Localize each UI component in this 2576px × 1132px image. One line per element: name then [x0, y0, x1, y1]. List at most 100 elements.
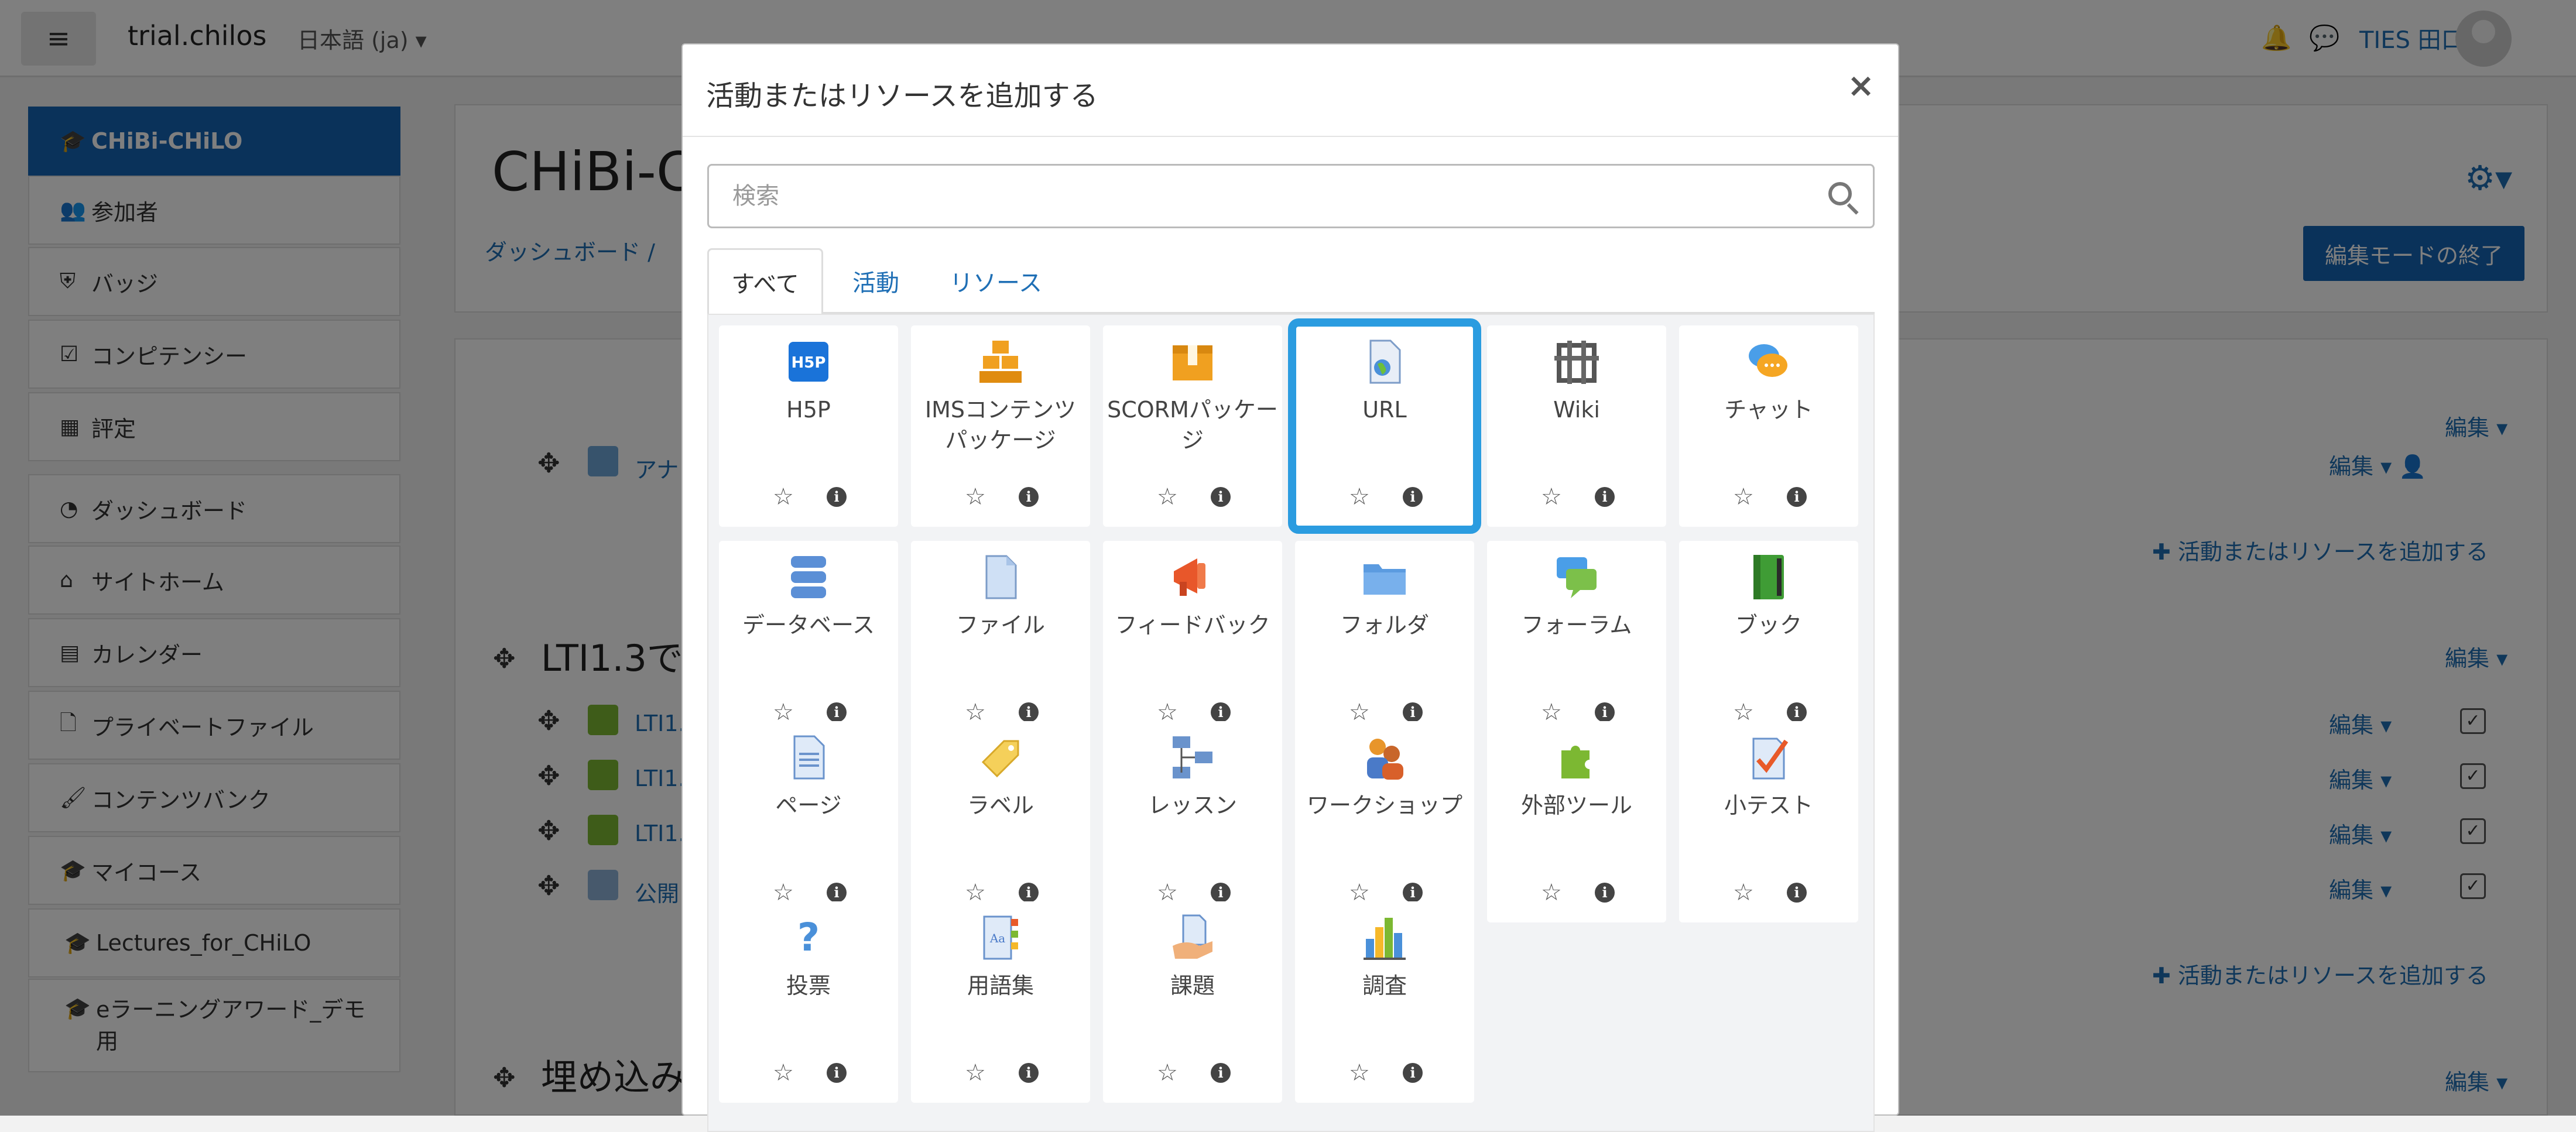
activity-tile-external-tool[interactable]: 外部ツール ☆ i — [1487, 721, 1666, 922]
activity-tile-label: 調査 — [1362, 973, 1407, 999]
tab-resources[interactable]: リソース — [929, 248, 1063, 314]
info-icon[interactable]: i — [1211, 487, 1231, 507]
page-icon — [793, 735, 825, 780]
activity-tile-label-resource[interactable]: ラベル ☆ i — [911, 721, 1090, 922]
activity-tile-label: 小テスト — [1724, 793, 1813, 818]
lesson-icon — [1173, 736, 1212, 778]
activity-tile-label: ワークショップ — [1306, 793, 1462, 818]
star-icon[interactable]: ☆ — [773, 1059, 794, 1086]
info-icon[interactable]: i — [1787, 883, 1807, 903]
activity-tile-assignment[interactable]: 課題 ☆ i — [1103, 901, 1282, 1103]
file-icon — [985, 555, 1017, 599]
star-icon[interactable]: ☆ — [1349, 1059, 1370, 1086]
star-icon[interactable]: ☆ — [1733, 879, 1754, 906]
info-icon[interactable]: i — [827, 1063, 847, 1083]
star-icon[interactable]: ☆ — [773, 483, 794, 510]
workshop-icon — [1367, 739, 1403, 780]
activity-grid: H5P H5P ☆ i IMSコンテンツパッケージ ☆ i SCORMパッケージ ☆… — [707, 314, 1875, 1132]
star-icon[interactable]: ☆ — [1349, 483, 1370, 510]
activity-tile-label: レッスン — [1147, 793, 1237, 818]
activity-tile-label: IMSコンテンツパッケージ — [924, 397, 1077, 453]
activity-tile-label: URL — [1362, 397, 1407, 423]
info-icon[interactable]: i — [1211, 702, 1231, 722]
star-icon[interactable]: ☆ — [965, 483, 986, 510]
h5p-icon: H5P — [789, 342, 828, 382]
activity-tile-choice[interactable]: ? 投票 ☆ i — [719, 901, 898, 1103]
activity-tile-file[interactable]: ファイル ☆ i — [911, 541, 1090, 742]
tab-activities[interactable]: 活動 — [829, 248, 923, 314]
activity-tile-scorm-package[interactable]: SCORMパッケージ ☆ i — [1103, 325, 1282, 527]
info-icon[interactable]: i — [1595, 487, 1615, 507]
survey-chart-icon — [1364, 918, 1406, 960]
activity-tile-folder[interactable]: フォルダ ☆ i — [1295, 541, 1474, 742]
search-input[interactable]: 検索 — [707, 164, 1875, 228]
modal-title: 活動またはリソースを追加する — [706, 80, 1098, 112]
question-icon: ? — [797, 915, 820, 960]
activity-tile-page[interactable]: ページ ☆ i — [719, 721, 898, 922]
tab-all[interactable]: すべて — [707, 248, 823, 315]
close-button[interactable]: × — [1847, 67, 1875, 105]
search-placeholder: 検索 — [732, 183, 779, 210]
assignment-icon — [1173, 914, 1212, 959]
activity-tile-glossary[interactable]: Aa 用語集 ☆ i — [911, 901, 1090, 1103]
activity-tile-url[interactable]: URL ☆ i — [1288, 318, 1481, 534]
info-icon[interactable]: i — [1019, 1063, 1039, 1083]
book-icon — [1753, 555, 1784, 599]
info-icon[interactable]: i — [1211, 883, 1231, 903]
info-icon[interactable]: i — [827, 702, 847, 722]
activity-tile-lesson[interactable]: レッスン ☆ i — [1103, 721, 1282, 922]
svg-text:?: ? — [797, 915, 820, 960]
info-icon[interactable]: i — [1019, 702, 1039, 722]
activity-tile-forum[interactable]: フォーラム ☆ i — [1487, 541, 1666, 742]
info-icon[interactable]: i — [827, 883, 847, 903]
scorm-package-icon — [1173, 345, 1212, 380]
info-icon[interactable]: i — [1595, 883, 1615, 903]
activity-tile-book[interactable]: ブック ☆ i — [1679, 541, 1858, 742]
activity-tile-wiki[interactable]: Wiki ☆ i — [1487, 325, 1666, 527]
info-icon[interactable]: i — [827, 487, 847, 507]
activity-tile-label: チャット — [1724, 397, 1813, 423]
tab-bar: すべて 活動 リソース — [707, 248, 1875, 315]
star-icon[interactable]: ☆ — [1157, 483, 1178, 510]
activity-tile-label: SCORMパッケージ — [1107, 397, 1278, 453]
star-icon[interactable]: ☆ — [965, 1059, 986, 1086]
star-icon[interactable]: ☆ — [1733, 483, 1754, 510]
info-icon[interactable]: i — [1019, 487, 1039, 507]
search-icon[interactable] — [1828, 182, 1852, 205]
activity-tile-label: フォーラム — [1521, 612, 1632, 638]
info-icon[interactable]: i — [1019, 883, 1039, 903]
forum-icon — [1557, 557, 1597, 598]
activity-tile-database[interactable]: データベース ☆ i — [719, 541, 898, 742]
activity-tile-survey[interactable]: 調査 ☆ i — [1295, 901, 1474, 1103]
info-icon[interactable]: i — [1787, 702, 1807, 722]
megaphone-icon — [1174, 558, 1205, 596]
modal-header: 活動またはリソースを追加する × — [683, 44, 1898, 137]
star-icon[interactable]: ☆ — [1541, 879, 1562, 906]
activity-tile-ims-package[interactable]: IMSコンテンツパッケージ ☆ i — [911, 325, 1090, 527]
url-icon — [1369, 339, 1401, 384]
info-icon[interactable]: i — [1211, 1063, 1231, 1083]
info-icon[interactable]: i — [1403, 702, 1423, 722]
activity-tile-workshop[interactable]: ワークショップ ☆ i — [1295, 721, 1474, 922]
svg-text:H5P: H5P — [792, 354, 826, 372]
activity-tile-label: H5P — [786, 397, 831, 423]
info-icon[interactable]: i — [1403, 883, 1423, 903]
activity-tile-quiz[interactable]: 小テスト ☆ i — [1679, 721, 1858, 922]
label-icon — [981, 740, 1019, 778]
activity-tile-feedback[interactable]: フィードバック ☆ i — [1103, 541, 1282, 742]
activity-tile-label: フォルダ — [1340, 612, 1429, 638]
activity-tile-chat[interactable]: チャット ☆ i — [1679, 325, 1858, 527]
star-icon[interactable]: ☆ — [1157, 1059, 1178, 1086]
info-icon[interactable]: i — [1403, 1063, 1423, 1083]
puzzle-icon — [1561, 746, 1590, 778]
star-icon[interactable]: ☆ — [1541, 483, 1562, 510]
activity-tile-label: フィードバック — [1115, 612, 1270, 638]
chat-icon — [1749, 344, 1787, 377]
info-icon[interactable]: i — [1403, 487, 1423, 507]
activity-tile-label: ブック — [1735, 612, 1802, 638]
info-icon[interactable]: i — [1787, 487, 1807, 507]
info-icon[interactable]: i — [1595, 702, 1615, 722]
activity-tile-h5p[interactable]: H5P H5P ☆ i — [719, 325, 898, 527]
activity-tile-label: ラベル — [967, 793, 1034, 818]
activity-tile-label: ページ — [775, 793, 842, 818]
